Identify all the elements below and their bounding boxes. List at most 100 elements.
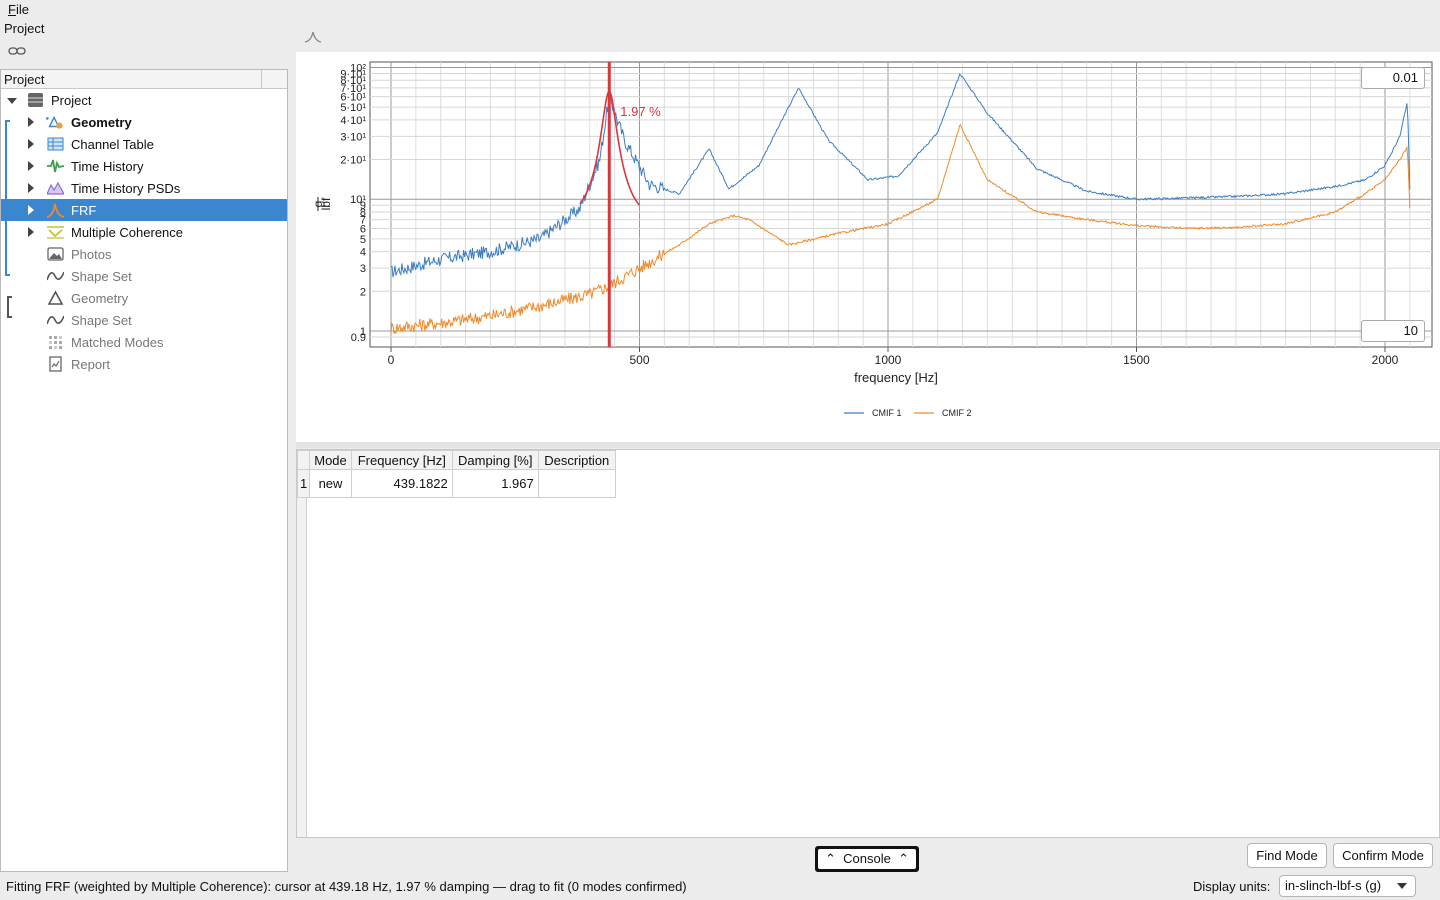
cell-mode[interactable]: new — [309, 469, 352, 498]
panel-splitter[interactable] — [296, 442, 1440, 448]
link-icon[interactable] — [8, 46, 26, 56]
cmif-chart[interactable]: 0.9 1 2 3 4 5 6 7 8 9 10¹ 2·10¹ 3·10¹ 4·10¹ 5·10¹ 6·10¹… — [296, 52, 1440, 442]
y-tick-label: 3·10¹ — [340, 131, 366, 143]
database-icon — [28, 93, 43, 107]
expand-arrow-icon[interactable] — [28, 117, 34, 127]
signal-icon — [47, 159, 64, 173]
tree-item-time-history[interactable]: Time History — [1, 155, 287, 177]
chevron-down-icon — [1397, 883, 1407, 889]
cell-frequency[interactable]: 439.1822 — [350, 469, 453, 498]
cell-description[interactable] — [537, 469, 616, 498]
coherence-icon — [47, 226, 64, 239]
cmif-chart-svg[interactable]: 0.912345678910¹2·10¹3·10¹4·10¹5·10¹6·10¹… — [296, 52, 1440, 442]
y-tick-label: 4 — [360, 247, 366, 259]
y-tick-label: 2·10¹ — [340, 155, 366, 167]
tree-item-label: Multiple Coherence — [71, 225, 184, 240]
row-number-column — [297, 450, 307, 837]
x-tick-label: 0 — [388, 353, 395, 367]
legend-label: CMIF 2 — [942, 408, 972, 418]
column-header-description[interactable]: Description — [537, 450, 616, 470]
tree-item-geometry-dim[interactable]: Geometry — [1, 287, 287, 309]
menubar: File — [0, 0, 1440, 20]
tree-item-label: Time History — [71, 159, 144, 174]
tree-item-label: Photos — [71, 247, 112, 262]
expand-arrow-icon[interactable] — [28, 161, 34, 171]
expand-arrow-icon[interactable] — [28, 205, 34, 215]
tree-item-geometry[interactable]: Geometry — [1, 111, 287, 133]
tree-item-shape-set-2[interactable]: Shape Set — [1, 309, 287, 331]
display-units-value: in-slinch-lbf-s (g) — [1285, 878, 1382, 893]
shape-wave-icon — [47, 315, 64, 325]
tree-item-channel-table[interactable]: Channel Table — [1, 133, 287, 155]
y-min-input[interactable]: 10 — [1361, 320, 1425, 342]
cell-damping[interactable]: 1.967 — [451, 469, 539, 498]
shape-wave-icon — [47, 271, 64, 281]
y-tick-label: 10¹ — [350, 194, 366, 206]
y-tick-label: 1 — [360, 326, 366, 338]
tree-header-divider[interactable] — [261, 70, 262, 89]
tree-item-project[interactable]: Project — [1, 89, 287, 111]
x-tick-label: 1500 — [1123, 353, 1150, 367]
x-tick-label: 2000 — [1372, 353, 1399, 367]
report-icon — [49, 356, 62, 372]
tree-item-frf[interactable]: FRF — [1, 199, 287, 221]
x-axis-label: frequency [Hz] — [854, 370, 938, 385]
modes-table-panel: Mode Frequency [Hz] Damping [%] Descript… — [296, 449, 1440, 838]
column-header-frequency[interactable]: Frequency [Hz] — [350, 450, 453, 470]
expand-arrow-icon[interactable] — [28, 227, 34, 237]
chevron-up-icon: ⌃ — [825, 851, 836, 866]
psd-icon — [47, 181, 64, 195]
y-tick-label: 4·10¹ — [340, 115, 366, 127]
geometry-icon — [47, 290, 64, 305]
cursor-damping-label: 1.97 % — [620, 104, 661, 119]
project-panel-title: Project — [4, 21, 45, 36]
x-tick-label: 1000 — [875, 353, 902, 367]
column-header-damping[interactable]: Damping [%] — [451, 450, 539, 470]
y-axis-label-den: lbf — [319, 197, 333, 210]
display-units-select[interactable]: in-slinch-lbf-s (g) — [1279, 875, 1416, 897]
expand-arrow-icon[interactable] — [28, 183, 34, 193]
photo-icon — [47, 247, 64, 261]
console-toggle-button[interactable]: ⌃ Console ⌃ — [815, 846, 919, 872]
x-tick-label: 500 — [629, 353, 649, 367]
table-row[interactable]: 1 new 439.1822 1.967 — [296, 469, 616, 498]
y-max-input[interactable]: 0.01 — [1361, 67, 1425, 89]
file-menu[interactable]: File — [8, 2, 29, 17]
modes-table: Mode Frequency [Hz] Damping [%] Descript… — [296, 450, 616, 498]
tree-item-matched-modes[interactable]: Matched Modes — [1, 331, 287, 353]
plot-frame — [369, 61, 1433, 348]
project-tree: Project Project Geometry Channel Table T… — [0, 69, 288, 872]
tree-item-label: Project — [51, 93, 92, 108]
peak-icon[interactable] — [304, 30, 322, 44]
tree-item-report[interactable]: Report — [1, 353, 287, 375]
tree-item-label: Channel Table — [71, 137, 154, 152]
tree-item-label: Geometry — [71, 115, 132, 130]
row-index: 1 — [296, 469, 311, 498]
tree-item-label: Report — [71, 357, 111, 372]
grid-icon — [49, 336, 62, 349]
confirm-mode-button[interactable]: Confirm Mode — [1333, 843, 1433, 868]
status-message: Fitting FRF (weighted by Multiple Cohere… — [6, 879, 687, 894]
geometry-warning-icon — [46, 115, 63, 129]
display-units-label: Display units: — [1193, 879, 1271, 894]
tree-item-label: Shape Set — [71, 269, 132, 284]
tree-item-label: Time History PSDs — [71, 181, 181, 196]
tree-item-label: FRF — [71, 203, 97, 218]
chevron-up-icon: ⌃ — [898, 851, 909, 866]
find-mode-button[interactable]: Find Mode — [1247, 843, 1327, 868]
collapse-arrow-icon[interactable] — [7, 98, 17, 104]
corner-header — [296, 450, 311, 470]
legend-label: CMIF 1 — [872, 408, 902, 418]
tree-item-time-history-psds[interactable]: Time History PSDs — [1, 177, 287, 199]
column-header-mode[interactable]: Mode — [309, 450, 352, 470]
frf-icon — [47, 203, 64, 218]
y-tick-label: 10² — [350, 62, 366, 74]
tree-item-shape-set[interactable]: Shape Set — [1, 265, 287, 287]
expand-arrow-icon[interactable] — [28, 139, 34, 149]
tree-item-label: Geometry — [71, 291, 129, 306]
tree-item-photos[interactable]: Photos — [1, 243, 287, 265]
tree-item-multiple-coherence[interactable]: Multiple Coherence — [1, 221, 287, 243]
y-tick-label: 3 — [360, 263, 366, 275]
tree-header: Project — [1, 70, 287, 89]
tree-header-label: Project — [4, 72, 45, 87]
